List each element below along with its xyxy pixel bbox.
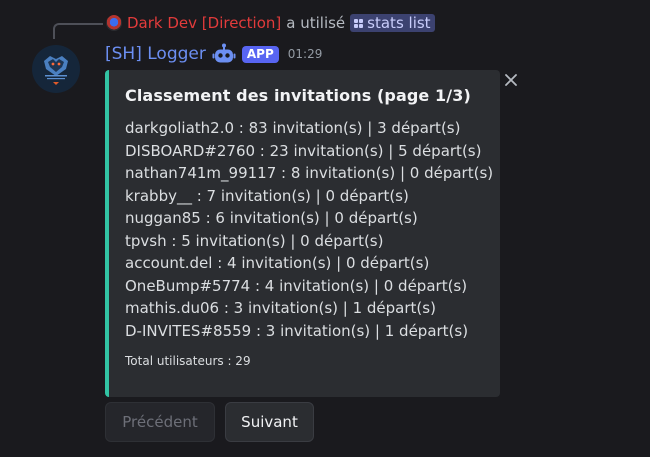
avatar[interactable] (32, 45, 80, 93)
bot-message: Dark Dev [Direction] a utilisé stats lis… (0, 0, 650, 457)
list-item: nuggan85 : 6 invitation(s) | 0 départ(s) (125, 209, 418, 227)
embed-footer: Total utilisateurs : 29 (125, 354, 251, 368)
list-item: krabby__ : 7 invitation(s) | 0 départ(s) (125, 186, 409, 205)
list-item: darkgoliath2.0 : 83 invitation(s) | 3 dé… (125, 119, 461, 137)
pagination-buttons: Précédent Suivant (105, 402, 314, 442)
command-icon (354, 18, 364, 28)
list-item: DISBOARD#2760 : 23 invitation(s) | 5 dép… (125, 141, 482, 160)
author-name[interactable]: [SH] Logger (105, 44, 206, 64)
embed-card: Classement des invitations (page 1/3) da… (105, 70, 500, 397)
command-mention[interactable]: stats list (350, 14, 435, 32)
reply-user-avatar[interactable] (106, 15, 122, 31)
list-item: nathan741m_99117 : 8 invitation(s) | 0 d… (125, 164, 494, 182)
command-name: stats list (367, 14, 431, 32)
list-item: mathis.du06 : 3 invitation(s) | 1 départ… (125, 299, 436, 317)
list-item: OneBump#5774 : 4 invitation(s) | 0 dépar… (125, 276, 468, 295)
reply-connector (53, 23, 103, 39)
app-badge: APP (241, 45, 279, 63)
list-item: account.del : 4 invitation(s) | 0 départ… (125, 254, 430, 272)
command-reply: Dark Dev [Direction] a utilisé stats lis… (106, 12, 435, 34)
reply-action-text: a utilisé (286, 14, 346, 32)
reply-username[interactable]: Dark Dev [Direction] (127, 14, 281, 32)
robot-icon (212, 43, 236, 65)
embed-title: Classement des invitations (page 1/3) (125, 86, 471, 105)
close-icon[interactable] (503, 72, 519, 88)
invitation-list: darkgoliath2.0 : 83 invitation(s) | 3 dé… (125, 117, 494, 342)
message-timestamp: 01:29 (287, 47, 323, 61)
next-button[interactable]: Suivant (225, 402, 314, 442)
previous-button[interactable]: Précédent (105, 402, 215, 442)
message-header: [SH] Logger APP 01:29 (105, 42, 322, 66)
avatar-logo-icon (44, 56, 68, 85)
list-item: D-INVITES#8559 : 3 invitation(s) | 1 dép… (125, 321, 469, 340)
list-item: tpvsh : 5 invitation(s) | 0 départ(s) (125, 231, 384, 250)
